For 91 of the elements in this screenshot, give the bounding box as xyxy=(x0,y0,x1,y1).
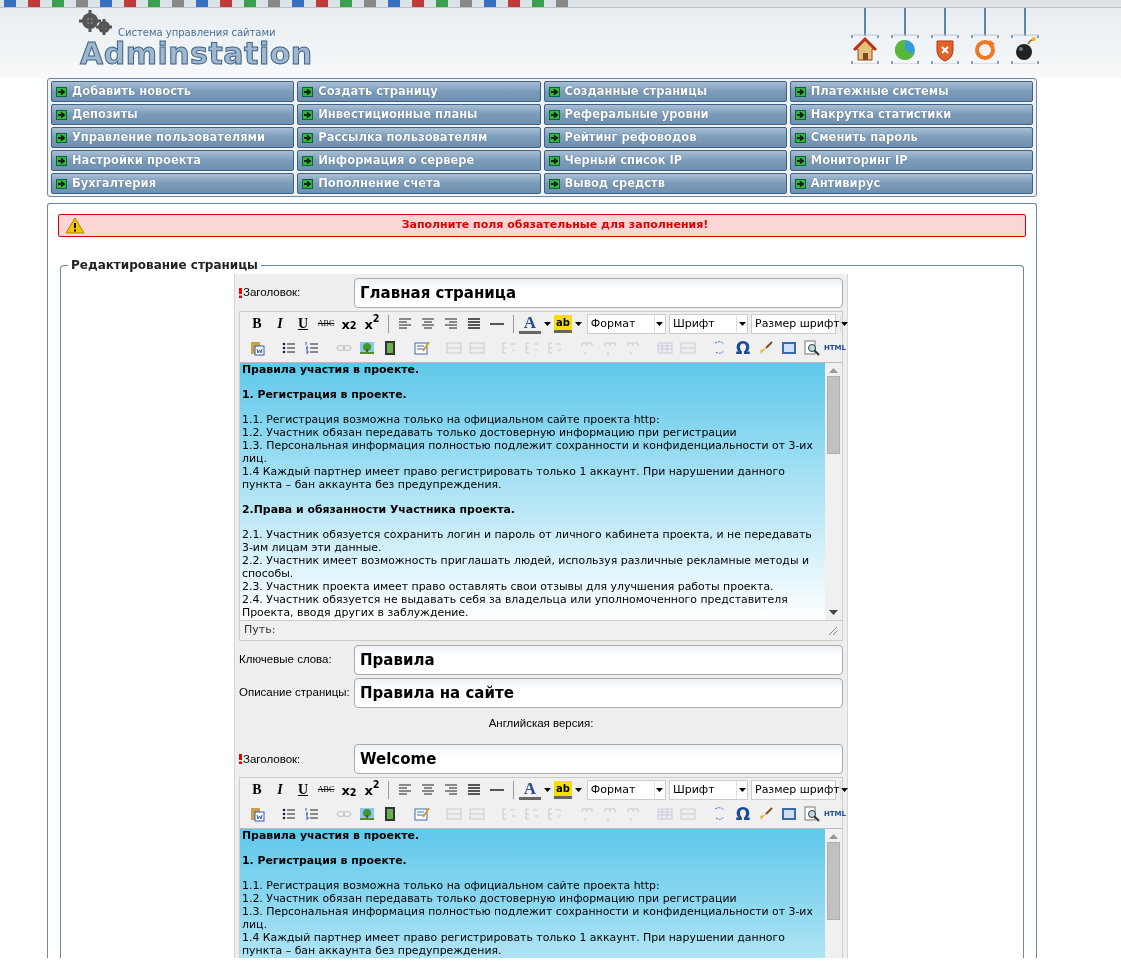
field-label: Описание страницы: xyxy=(239,685,350,701)
content-line: 1.3. Персональная информация полностью подлежит сохранности и конфиденциальности от 3-их лиц. xyxy=(242,905,814,932)
arrow-icon xyxy=(56,178,67,189)
italic-button[interactable]: I xyxy=(269,779,291,802)
scroll-down-icon[interactable] xyxy=(829,610,838,616)
arrow-icon xyxy=(56,86,67,97)
arrow-icon xyxy=(302,155,314,166)
arrow-icon xyxy=(302,109,314,120)
caret-icon[interactable] xyxy=(543,788,551,793)
dropdown[interactable]: Формат xyxy=(586,314,666,334)
arrow-icon xyxy=(548,178,560,189)
bold-button[interactable]: B xyxy=(246,779,268,802)
fieldset-legend: Редактирование страницы xyxy=(68,257,261,274)
special-char-button[interactable]: Ω xyxy=(732,337,754,359)
content-line: 1.2. Участник обязан передавать только достоверную информацию при регистрации xyxy=(242,892,738,906)
field-label: Ключевые слова: xyxy=(239,652,332,668)
arrow-icon xyxy=(56,109,67,120)
bold-button[interactable]: B xyxy=(246,313,268,335)
underline-button[interactable]: U xyxy=(292,779,314,802)
content-line: 2.4. Участник обязуется не выдавать себя за владельца или уполномоченного представителя Проекта, вводя других в заблуждение. xyxy=(242,593,789,619)
arrow-icon xyxy=(302,132,314,143)
content-heading: 2.Права и обязанности Участника проекта. xyxy=(242,503,516,516)
path-label: Путь: xyxy=(244,622,276,639)
content-heading: 1. Регистрация в проекте. xyxy=(242,388,408,401)
refresh-icon[interactable] xyxy=(970,8,1000,64)
content-line: 2.2. Участник имеет возможность приглашать людей, используя различные рекламные методы и способы. xyxy=(242,554,811,580)
superscript-button[interactable]: x$^{2}$ xyxy=(361,313,383,335)
alert-message: Заполните поля обязательные для заполнения! xyxy=(400,217,710,234)
arrow-icon xyxy=(794,86,806,97)
strikethrough-button[interactable]: ABC xyxy=(315,779,337,802)
input-field[interactable]: Welcome xyxy=(354,744,843,775)
bomb-icon[interactable] xyxy=(1010,8,1040,64)
arrow-icon xyxy=(548,86,560,97)
scrollbar-thumb[interactable] xyxy=(827,376,840,454)
home-icon[interactable] xyxy=(850,8,880,64)
highlight-button[interactable]: ab xyxy=(553,315,572,333)
shield-icon[interactable] xyxy=(930,8,960,64)
arrow-icon xyxy=(794,155,806,166)
dropdown[interactable]: Формат xyxy=(586,780,666,801)
arrow-icon xyxy=(56,155,67,166)
content-heading: Правила участия в проекте. xyxy=(242,829,421,843)
arrow-icon xyxy=(56,132,67,143)
content-line: 1.2. Участник обязан передавать только достоверную информацию при регистрации xyxy=(242,426,738,439)
text-color-button[interactable]: A xyxy=(518,314,541,334)
dropdown[interactable]: Шрифт xyxy=(668,314,748,334)
caret-icon xyxy=(736,781,747,800)
strikethrough-button[interactable]: ABC xyxy=(315,313,337,335)
section-caption: Английская версия: xyxy=(487,716,595,731)
arrow-icon xyxy=(794,109,806,120)
arrow-icon xyxy=(548,132,560,143)
logo-tagline: Система управления сайтами xyxy=(118,26,277,40)
arrow-icon xyxy=(794,178,806,189)
field-label: Заголовок: xyxy=(243,285,301,301)
input-field[interactable]: Правила xyxy=(354,645,843,675)
caret-icon[interactable] xyxy=(543,322,551,326)
arrow-icon xyxy=(548,155,560,166)
caret-icon[interactable] xyxy=(574,322,582,326)
warning-icon xyxy=(65,217,85,234)
logo-name: Adminstation xyxy=(80,40,313,68)
caret-icon xyxy=(653,315,665,333)
arrow-icon xyxy=(794,132,806,143)
content-line: 1.4 Каждый партнер имеет право регистрировать только 1 аккаунт. При нарушении данного пункта – бан аккаунта без предупреждения. xyxy=(242,931,786,958)
text-color-button[interactable]: A xyxy=(518,780,541,801)
arrow-icon xyxy=(548,109,560,120)
input-field[interactable]: Правила на сайте xyxy=(354,678,843,708)
editor-content[interactable] xyxy=(240,363,825,620)
input-field[interactable]: Главная страница xyxy=(354,278,843,308)
dropdown[interactable]: Шрифт xyxy=(668,780,748,801)
arrow-icon xyxy=(302,86,314,97)
content-heading: Правила участия в проекте. xyxy=(242,363,421,376)
content-line: 1.4 Каждый партнер имеет право регистрировать только 1 аккаунт. При нарушении данного пункта – бан аккаунта без предупреждения. xyxy=(242,465,786,491)
highlight-button[interactable]: ab xyxy=(553,781,572,800)
scrollbar-thumb[interactable] xyxy=(827,842,840,921)
content-line: 1.1. Регистрация возможна только на официальном сайте проекта http: xyxy=(242,413,661,426)
special-char-button[interactable]: Ω xyxy=(732,803,754,826)
caret-icon xyxy=(653,781,665,800)
caret-icon xyxy=(736,315,747,333)
scroll-up-icon[interactable] xyxy=(829,368,838,374)
underline-button[interactable]: U xyxy=(292,313,314,335)
content-line: 1.1. Регистрация возможна только на официальном сайте проекта http: xyxy=(242,879,661,893)
content-line: 2.3. Участник проекта имеет право оставлять свои отзывы для улучшения работы проекта. xyxy=(242,580,775,593)
field-label: Заголовок: xyxy=(243,751,301,767)
caret-icon[interactable] xyxy=(574,788,582,793)
arrow-icon xyxy=(302,178,314,189)
chart-icon[interactable] xyxy=(890,8,920,64)
content-line: 1.3. Персональная информация полностью подлежит сохранности и конфиденциальности от 3-их лиц. xyxy=(242,439,814,465)
content-heading: 1. Регистрация в проекте. xyxy=(242,854,408,868)
italic-button[interactable]: I xyxy=(269,313,291,335)
resize-grip-icon[interactable] xyxy=(828,625,838,636)
content-line: 2.1. Участник обязуется сохранить логин и пароль от личного кабинета проекта, и не передавать 3-им лицам эти данные. xyxy=(242,528,813,554)
superscript-button[interactable]: x$^{2}$ xyxy=(361,779,383,802)
